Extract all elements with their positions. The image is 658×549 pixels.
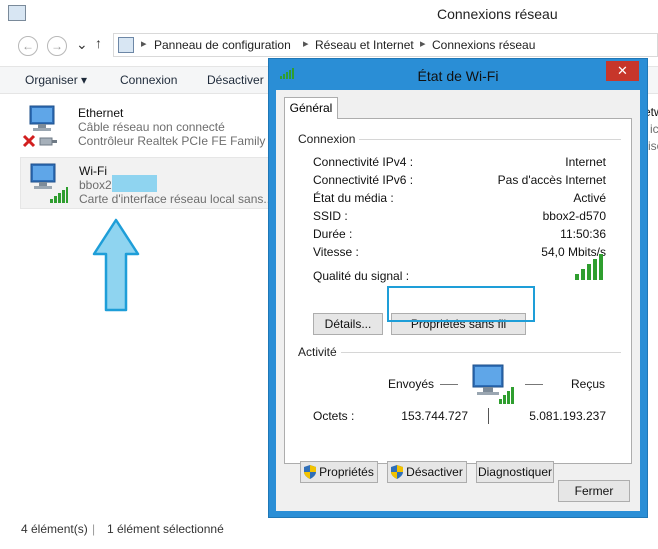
ssid-label: SSID : [313,209,348,223]
received-label: Reçus [571,377,606,391]
connect-button[interactable]: Connexion [120,73,177,87]
close-icon[interactable]: ✕ [606,61,639,81]
list-item-ethernet[interactable]: Ethernet Câble réseau non connecté Contr… [20,100,270,152]
breadcrumb-control-panel[interactable]: Panneau de configuration [154,38,291,52]
media-state-value: Activé [573,191,606,205]
selection-count: 1 élément sélectionné [107,522,224,536]
sent-label: Envoyés [388,377,435,391]
sent-line [440,384,458,385]
chevron-down-icon[interactable]: ⌄ [76,36,88,53]
signal-bar [575,274,579,280]
activity-group-label: Activité [298,345,341,359]
properties-label: Propriétés [319,465,374,479]
group-divider [341,352,621,353]
control-panel-icon [118,37,134,53]
disable-button[interactable]: Désactiver [207,73,264,87]
breadcrumb-network-connections[interactable]: Connexions réseau [432,38,535,52]
status-divider: | [92,522,96,536]
peek-item-status: ic [650,122,658,136]
ipv4-label: Connectivité IPv4 : [313,155,414,169]
window-titlebar: Connexions réseau [0,0,658,30]
properties-button[interactable]: Propriétés [300,461,378,483]
forward-icon[interactable]: → [47,36,67,56]
cable-icon [39,137,57,146]
dialog-title: État de Wi-Fi [417,68,499,84]
uac-shield-icon [304,465,317,479]
address-bar[interactable]: ▸ Panneau de configuration ▸ Réseau et I… [113,33,658,57]
bytes-divider [488,408,489,424]
details-button[interactable]: Détails... [313,313,383,335]
item-status: Câble réseau non connecté [78,120,225,134]
network-folder-icon [8,5,26,21]
ipv6-label: Connectivité IPv6 : [313,173,414,187]
item-name: Wi-Fi [79,164,107,178]
item-device: Contrôleur Realtek PCIe FE Family [78,134,266,148]
status-bar: 4 élément(s) | 1 élément sélectionné [0,515,658,549]
close-button[interactable]: Fermer [558,480,630,502]
bytes-sent-value: 153.744.727 [401,409,468,423]
back-icon[interactable]: ← [18,36,38,56]
bytes-label: Octets : [313,409,355,423]
ipv4-value: Internet [565,155,606,169]
signal-bars-icon [50,187,68,203]
redaction-box [112,175,157,192]
network-activity-icon [472,364,514,404]
bytes-received-value: 5.081.193.237 [529,409,606,423]
up-icon[interactable]: ↑ [95,35,102,51]
organize-button[interactable]: Organiser ▾ [25,73,87,87]
signal-bar [593,259,597,280]
received-line [525,384,543,385]
signal-quality-label: Qualité du signal : [313,269,410,283]
ssid-value: bbox2-d570 [542,209,606,223]
ipv6-value: Pas d'accès Internet [497,173,606,187]
breadcrumb-separator-icon: ▸ [420,38,426,50]
disable-dialog-button[interactable]: Désactiver [387,461,467,483]
item-device: Carte d'interface réseau local sans... [79,192,269,206]
signal-strength-icon [575,254,603,280]
signal-bar [599,254,603,280]
network-adapter-icon [29,105,55,131]
window-title: Connexions réseau [437,6,558,22]
highlight-box [387,286,535,322]
disconnected-x-icon [22,134,36,148]
duration-value: 11:50:36 [560,227,606,241]
dialog-titlebar[interactable]: État de Wi-Fi ✕ [269,59,647,91]
item-name: Ethernet [78,106,124,120]
breadcrumb-network-internet[interactable]: Réseau et Internet [315,38,414,52]
speed-label: Vitesse : [313,245,359,259]
duration-label: Durée : [313,227,353,241]
up-arrow-annotation-icon [92,218,140,312]
list-item-wifi[interactable]: Wi-Fi bbox2 Carte d'interface réseau loc… [20,157,270,209]
diagnose-button[interactable]: Diagnostiquer [476,461,554,483]
media-state-label: État du média : [313,191,394,205]
item-count: 4 élément(s) [21,522,88,536]
breadcrumb-separator-icon: ▸ [303,38,309,50]
tab-general[interactable]: Général [284,97,338,119]
item-network: bbox2 [79,178,112,192]
disable-label: Désactiver [406,465,463,479]
uac-shield-icon [391,465,404,479]
connection-group-label: Connexion [298,132,360,146]
signal-bar [587,264,591,280]
signal-bar [581,269,585,280]
peek-item-device: iso [648,139,658,153]
breadcrumb-separator-icon: ▸ [141,38,147,50]
group-divider [351,139,621,140]
